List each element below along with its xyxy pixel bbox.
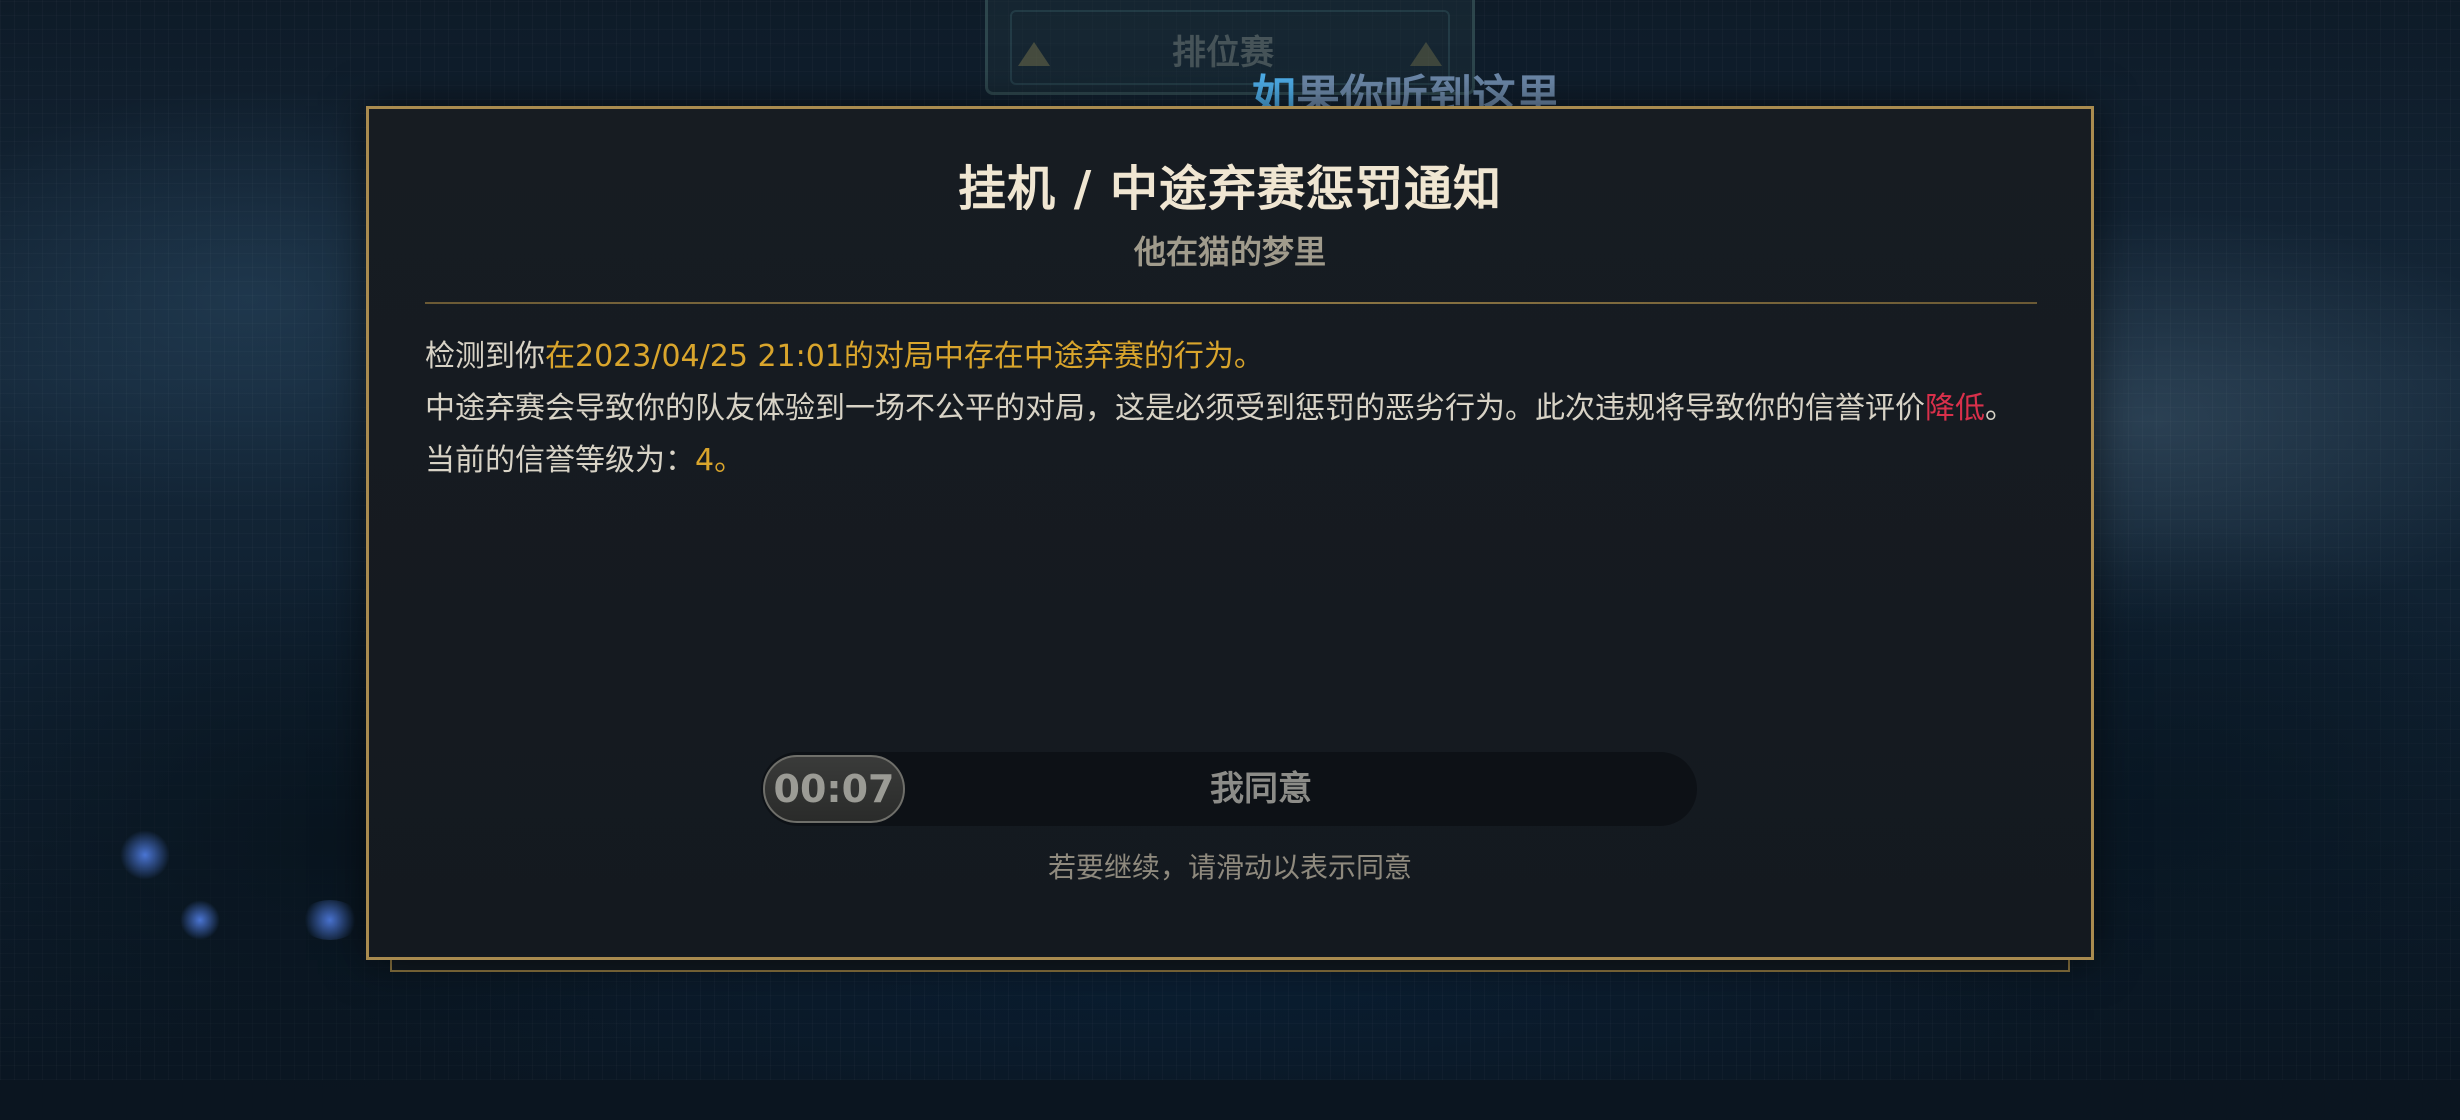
rank-arrow-icon bbox=[1018, 42, 1050, 66]
honor-level-line: 当前的信誉等级为：4。 bbox=[425, 435, 2045, 487]
detection-line: 检测到你在2023/04/25 21:01的对局中存在中途弃赛的行为。 bbox=[425, 331, 2045, 383]
player-name: 他在猫的梦里 bbox=[1133, 233, 1326, 271]
background-glow bbox=[180, 900, 220, 940]
penalty-highlight: 降低 bbox=[1925, 391, 1985, 426]
honor-level-value: 4。 bbox=[695, 443, 745, 478]
slider-handle-countdown[interactable]: 00:07 bbox=[763, 755, 905, 823]
agree-slider[interactable]: 00:07 我同意 bbox=[761, 752, 1697, 826]
agree-label: 我同意 bbox=[1210, 769, 1312, 809]
penalty-text: 中途弃赛会导致你的队友体验到一场不公平的对局，这是必须受到惩罚的恶劣行为。此次违… bbox=[425, 391, 1925, 426]
dialog-body: 检测到你在2023/04/25 21:01的对局中存在中途弃赛的行为。 中途弃赛… bbox=[425, 331, 2045, 487]
background-glow bbox=[120, 830, 170, 880]
slide-hint: 若要继续，请滑动以表示同意 bbox=[1047, 851, 1412, 884]
penalty-suffix: 。 bbox=[1985, 391, 2015, 426]
honor-level-label: 当前的信誉等级为： bbox=[425, 443, 695, 478]
dialog-title: 挂机 / 中途弃赛惩罚通知 bbox=[958, 161, 1502, 217]
background-mode-label: 排位赛 bbox=[1172, 33, 1274, 73]
background-glow bbox=[300, 900, 360, 940]
penalty-explanation: 中途弃赛会导致你的队友体验到一场不公平的对局，这是必须受到惩罚的恶劣行为。此次违… bbox=[425, 383, 2045, 435]
title-divider bbox=[425, 302, 2037, 304]
penalty-notice-dialog: 挂机 / 中途弃赛惩罚通知 他在猫的梦里 检测到你在2023/04/25 21:… bbox=[366, 106, 2094, 960]
detection-prefix: 检测到你 bbox=[425, 339, 545, 374]
detection-detail: 在2023/04/25 21:01的对局中存在中途弃赛的行为。 bbox=[545, 339, 1264, 374]
